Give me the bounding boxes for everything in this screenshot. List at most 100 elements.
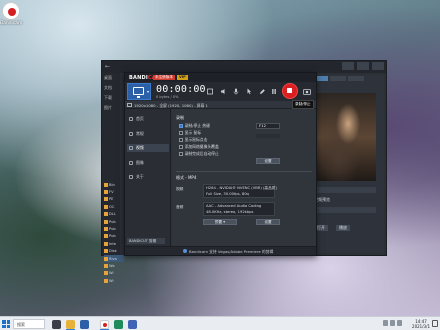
file-list-item[interactable]: Wi <box>104 277 124 284</box>
file-name: Pub <box>109 234 116 239</box>
bandicam-taskbar-icon[interactable] <box>100 319 109 329</box>
file-explorer-icon[interactable] <box>66 319 75 329</box>
checkbox[interactable] <box>179 152 183 156</box>
file-list-item[interactable]: Bin <box>104 181 124 188</box>
bandicam-titlebar[interactable]: BANDICAM 未注册版本 VIP <box>125 73 316 82</box>
file-list-item[interactable]: Wi <box>104 270 124 277</box>
file-list-item[interactable]: PE <box>104 196 124 203</box>
folder-icon <box>104 212 108 217</box>
file-name: Disk <box>109 249 117 254</box>
app-icon[interactable] <box>128 319 137 329</box>
file-list-item[interactable]: Pub <box>104 233 124 240</box>
system-tray <box>383 320 402 326</box>
hotkey-field-secondary[interactable] <box>256 134 280 138</box>
back-arrow-icon[interactable]: ← <box>105 63 110 70</box>
windows-start-button[interactable] <box>2 320 10 328</box>
screen-mode-button[interactable]: ▾ <box>127 83 151 100</box>
webcam-icon[interactable] <box>207 88 213 95</box>
browser-icon[interactable] <box>80 319 89 329</box>
file-list-item[interactable]: Inte <box>104 240 124 247</box>
speaker-icon[interactable] <box>220 88 226 95</box>
option-checkbox-row[interactable]: 录制/停止 热键 <box>179 123 210 129</box>
image-icon <box>129 160 133 165</box>
settings-sidebar: BANDICUT 剪辑 首页常规视频图像关于 <box>125 109 171 246</box>
capture-mode-bar[interactable]: 1920x1080 - 全屏 (1920, 1080) - 屏幕 1 <box>125 101 316 109</box>
explorer-preview-pane: 视频预览 打开 播放 <box>310 75 384 253</box>
section-divider <box>176 171 312 172</box>
minimize-button[interactable] <box>342 62 354 70</box>
option-checkbox-row[interactable]: 显示 鼠标 <box>179 130 201 136</box>
taskbar-clock[interactable]: 14:47 2021/3/1 <box>412 319 430 329</box>
option-checkbox-row[interactable]: 添加网络摄像头覆盖 <box>179 144 219 150</box>
option-checkbox-row[interactable]: 录制完成后自动停止 <box>179 151 219 157</box>
preview-tab[interactable] <box>348 76 364 81</box>
video-codec: H264 - NVIDIA® NVENC (VBR) (高品质) <box>206 186 277 190</box>
close-button[interactable] <box>372 62 384 70</box>
task-view-icon[interactable] <box>52 319 61 329</box>
bandicut-button[interactable]: BANDICUT 剪辑 <box>127 238 165 244</box>
file-list-item[interactable]: Wa <box>104 262 124 269</box>
audio-codec: AAC - Advanced Audio Coding <box>206 204 262 208</box>
maximize-button[interactable] <box>357 62 369 70</box>
language-icon[interactable] <box>397 320 402 326</box>
file-list-item[interactable]: Disk <box>104 248 124 255</box>
pen-icon[interactable] <box>259 88 265 95</box>
nav-item[interactable]: 图片 <box>102 103 120 113</box>
play-button[interactable]: 播放 <box>336 225 350 231</box>
checkbox[interactable] <box>179 138 183 142</box>
format-settings-button[interactable]: 设置 <box>256 219 280 225</box>
status-text[interactable]: Bandicam 支持 Vegas/Adobe Premiere 的剪辑 <box>189 249 273 255</box>
bandicam-window[interactable]: BANDICAM 未注册版本 VIP ▾ 00:00:00 0 bytes / … <box>124 72 317 256</box>
stop-square-icon <box>287 88 292 93</box>
file-list-item[interactable]: Pub <box>104 225 124 232</box>
file-list-item[interactable]: DLL <box>104 211 124 218</box>
preview-field <box>314 187 376 193</box>
chevron-down-icon: ▾ <box>146 89 149 94</box>
checkbox[interactable] <box>179 131 183 135</box>
option-checkbox-row[interactable]: 显示鼠标点击 <box>179 137 207 143</box>
microphone-icon[interactable] <box>233 88 239 95</box>
file-name: Pub <box>109 227 116 232</box>
preset-button[interactable]: 预置 ▾ <box>203 219 237 225</box>
sidebar-item[interactable]: 图像 <box>127 159 169 167</box>
hotkey-field[interactable]: F12 <box>256 123 280 129</box>
network-icon[interactable] <box>383 320 388 326</box>
vip-badge[interactable]: VIP <box>177 75 188 80</box>
nav-item[interactable]: 文档 <box>102 83 120 93</box>
checkbox[interactable] <box>179 124 183 128</box>
edge-icon[interactable] <box>114 319 123 329</box>
taskbar: 搜索 14:47 2021/3/1 <box>0 316 440 330</box>
volume-icon[interactable] <box>390 320 395 326</box>
sidebar-item[interactable]: 首页 <box>127 115 169 123</box>
trial-badge[interactable]: 未注册版本 <box>153 75 175 80</box>
folder-icon <box>104 197 108 202</box>
folder-icon <box>104 263 108 268</box>
camera-screenshot-icon[interactable] <box>303 88 311 95</box>
video-params: Full Size, 30.00fps, 80q <box>206 192 249 196</box>
bandicam-desktop-icon[interactable] <box>2 2 20 20</box>
sidebar-item-label: 视频 <box>136 145 144 150</box>
record-stop-button[interactable] <box>282 83 298 99</box>
notification-icon[interactable] <box>432 320 438 327</box>
folder-icon <box>104 249 108 254</box>
file-name: OC <box>109 204 115 209</box>
taskbar-search-box[interactable]: 搜索 <box>13 319 45 329</box>
file-list-item[interactable]: OC <box>104 203 124 210</box>
sidebar-item[interactable]: 视频 <box>127 144 169 152</box>
file-list-item[interactable]: Riva <box>104 254 124 263</box>
sidebar-item[interactable]: 常规 <box>127 130 169 138</box>
file-list-item[interactable]: Pub <box>104 218 124 225</box>
preview-tab[interactable] <box>330 76 346 81</box>
sidebar-item[interactable]: 关于 <box>127 173 169 181</box>
checkbox[interactable] <box>179 145 183 149</box>
pause-icon[interactable] <box>271 88 277 95</box>
record-settings-button[interactable]: 设置 <box>256 158 280 164</box>
preview-field <box>314 207 376 213</box>
format-section-title: 格式 - MP4 <box>176 175 197 180</box>
gear-icon <box>129 131 133 136</box>
nav-item[interactable]: 桌面 <box>102 73 120 83</box>
explorer-window-controls <box>342 62 384 70</box>
file-list-item[interactable]: FV <box>104 188 124 195</box>
nav-item[interactable]: 下载 <box>102 93 120 103</box>
mouse-cursor-icon[interactable] <box>246 88 252 95</box>
